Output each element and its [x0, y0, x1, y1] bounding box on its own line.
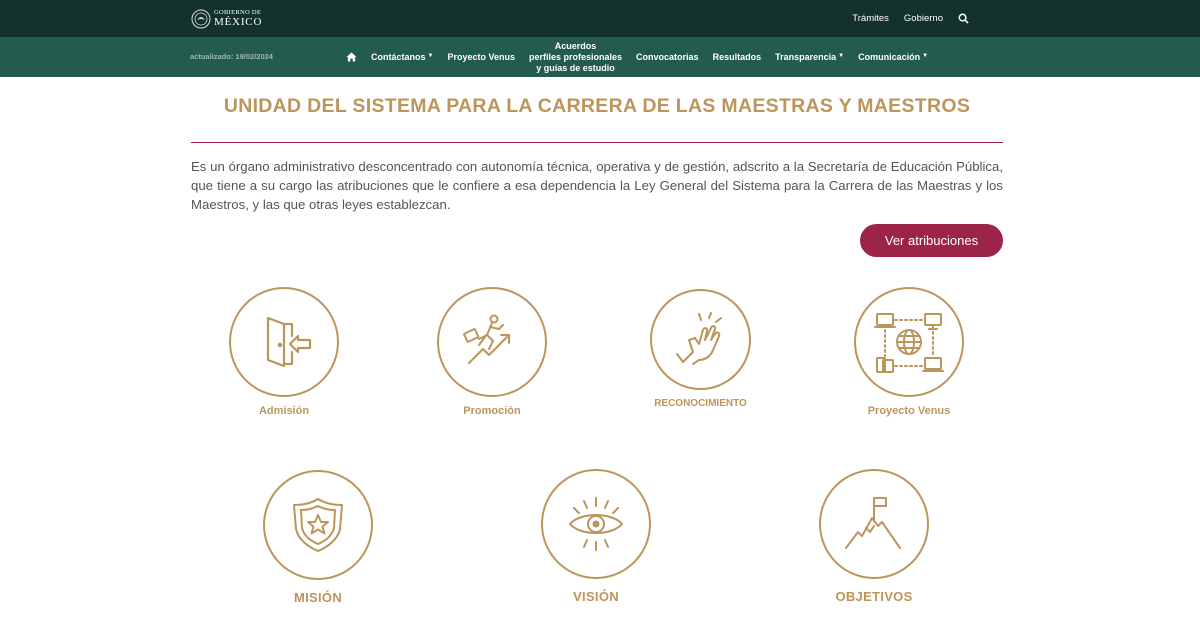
card-label-vision: VISIÓN — [573, 589, 619, 604]
card-circle[interactable] — [650, 289, 751, 390]
card-circle[interactable] — [263, 470, 373, 580]
nav-home[interactable] — [346, 52, 357, 62]
card-admision[interactable]: Admisión — [229, 287, 339, 417]
nav-acuerdos[interactable]: Acuerdos perfiles profesionales y guías … — [529, 41, 622, 73]
logo-line2: MÉXICO — [214, 16, 263, 29]
card-circle[interactable] — [437, 287, 547, 397]
card-reconocimiento[interactable]: RECONOCIMIENTO — [650, 289, 751, 409]
card-objetivos[interactable]: OBJETIVOS — [819, 469, 929, 604]
top-links: Trámites Gobierno — [852, 0, 969, 37]
caret-down-icon: ▼ — [922, 53, 929, 60]
climbing-arrow-icon — [463, 314, 510, 364]
caret-down-icon: ▼ — [838, 53, 845, 60]
card-label-mision: MISIÓN — [293, 590, 343, 605]
card-mision[interactable]: MISIÓN — [263, 470, 373, 605]
eye-icon — [568, 497, 624, 551]
nav-proyecto-venus[interactable]: Proyecto Venus — [447, 52, 515, 63]
link-tramites[interactable]: Trámites — [852, 13, 889, 24]
main-navbar: actualizado: 19/02/2024 Contáctanos ▼ Pr… — [0, 37, 1200, 77]
card-label-promocion: Promoción — [463, 405, 521, 417]
card-promocion[interactable]: Promoción — [437, 287, 547, 417]
page-description: Es un órgano administrativo desconcentra… — [191, 159, 1003, 212]
card-label-admision: Admisión — [258, 405, 310, 417]
nav-resultados[interactable]: Resultados — [713, 52, 762, 63]
search-icon[interactable] — [958, 13, 969, 24]
card-circle[interactable] — [819, 469, 929, 579]
card-circle[interactable] — [541, 469, 651, 579]
eagle-emblem-icon — [191, 9, 211, 29]
nav-contactanos[interactable]: Contáctanos ▼ — [371, 52, 433, 63]
shield-star-icon — [293, 498, 343, 552]
nav-comunicacion[interactable]: Comunicación ▼ — [858, 52, 928, 63]
title-divider — [191, 142, 1003, 143]
card-circle[interactable] — [229, 287, 339, 397]
clapping-hands-icon — [675, 311, 722, 365]
home-icon — [346, 52, 357, 62]
card-proyecto-venus[interactable]: Proyecto Venus — [854, 287, 964, 417]
top-bar: GOBIERNO DE MÉXICO Trámites Gobierno — [0, 0, 1200, 37]
gobierno-logo[interactable]: GOBIERNO DE MÉXICO — [191, 9, 262, 29]
card-label-reconocimiento: RECONOCIMIENTO — [654, 398, 747, 409]
updated-date: actualizado: 19/02/2024 — [190, 52, 273, 61]
ver-atribuciones-button[interactable]: Ver atribuciones — [860, 224, 1003, 257]
link-gobierno[interactable]: Gobierno — [904, 13, 943, 24]
nav-items: Contáctanos ▼ Proyecto Venus Acuerdos pe… — [346, 37, 942, 77]
card-label-objetivos: OBJETIVOS — [835, 589, 913, 604]
page-title: UNIDAD DEL SISTEMA PARA LA CARRERA DE LA… — [223, 95, 971, 117]
card-vision[interactable]: VISIÓN — [541, 469, 651, 604]
card-circle[interactable] — [854, 287, 964, 397]
door-enter-icon — [266, 316, 312, 368]
caret-down-icon: ▼ — [427, 53, 434, 60]
mountain-flag-icon — [845, 497, 901, 549]
nav-convocatorias[interactable]: Convocatorias — [636, 52, 699, 63]
card-label-proyecto-venus: Proyecto Venus — [867, 405, 951, 417]
network-globe-icon — [874, 313, 944, 373]
nav-transparencia[interactable]: Transparencia ▼ — [775, 52, 844, 63]
